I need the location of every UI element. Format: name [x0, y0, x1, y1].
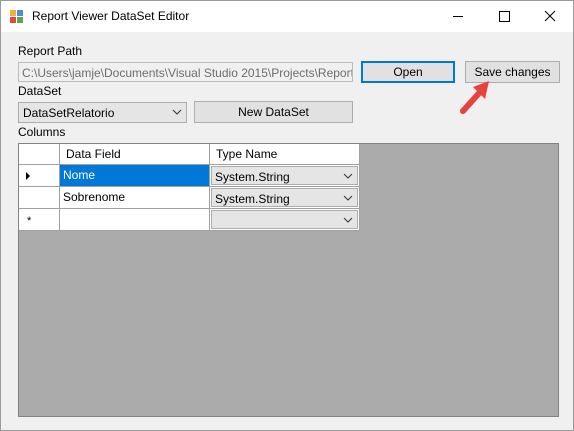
type-name-cell[interactable] [210, 209, 360, 231]
title-bar[interactable]: Report Viewer DataSet Editor [1, 1, 573, 32]
column-header-data-field[interactable]: Data Field [60, 144, 210, 165]
type-name-cell[interactable]: System.String [210, 187, 360, 209]
close-button[interactable] [527, 1, 573, 32]
type-name-dropdown[interactable] [211, 210, 358, 229]
new-dataset-button[interactable]: New DataSet [194, 101, 353, 123]
data-field-cell[interactable] [60, 209, 210, 231]
type-name-dropdown[interactable]: System.String [211, 188, 358, 207]
chevron-down-icon [172, 109, 182, 115]
chevron-down-icon [343, 217, 353, 223]
maximize-button[interactable] [481, 1, 527, 32]
data-field-cell[interactable]: Nome [60, 165, 210, 187]
type-name-value: System.String [215, 192, 290, 206]
maximize-icon [499, 11, 510, 22]
row-header[interactable] [19, 165, 60, 187]
columns-grid[interactable]: Data Field Type Name Nome System.String … [18, 143, 559, 417]
grid-corner-header[interactable] [19, 144, 60, 165]
annotation-arrow-icon [460, 81, 489, 114]
type-name-dropdown[interactable]: System.String [211, 166, 358, 185]
report-path-field[interactable]: C:\Users\jamje\Documents\Visual Studio 2… [18, 62, 353, 82]
open-button[interactable]: Open [361, 61, 455, 83]
dataset-selected-value: DataSetRelatorio [23, 106, 115, 120]
close-icon [544, 10, 556, 22]
report-path-label: Report Path [18, 44, 83, 58]
app-icon [10, 10, 23, 23]
data-field-cell[interactable]: Sobrenome [60, 187, 210, 209]
chevron-down-icon [343, 173, 353, 179]
type-name-value: System.String [215, 170, 290, 184]
chevron-down-icon [343, 195, 353, 201]
row-header[interactable] [19, 187, 60, 209]
dataset-combobox[interactable]: DataSetRelatorio [18, 102, 187, 123]
type-name-cell[interactable]: System.String [210, 165, 360, 187]
window-title: Report Viewer DataSet Editor [32, 9, 190, 23]
dataset-editor-window: Report Viewer DataSet Editor Report Path… [0, 0, 574, 431]
column-header-type-name[interactable]: Type Name [210, 144, 360, 165]
current-row-indicator-icon [26, 172, 30, 180]
columns-label: Columns [18, 125, 66, 139]
minimize-icon [453, 16, 463, 17]
dataset-label: DataSet [18, 84, 62, 98]
minimize-button[interactable] [435, 1, 481, 32]
new-row-indicator[interactable]: * [19, 209, 60, 231]
